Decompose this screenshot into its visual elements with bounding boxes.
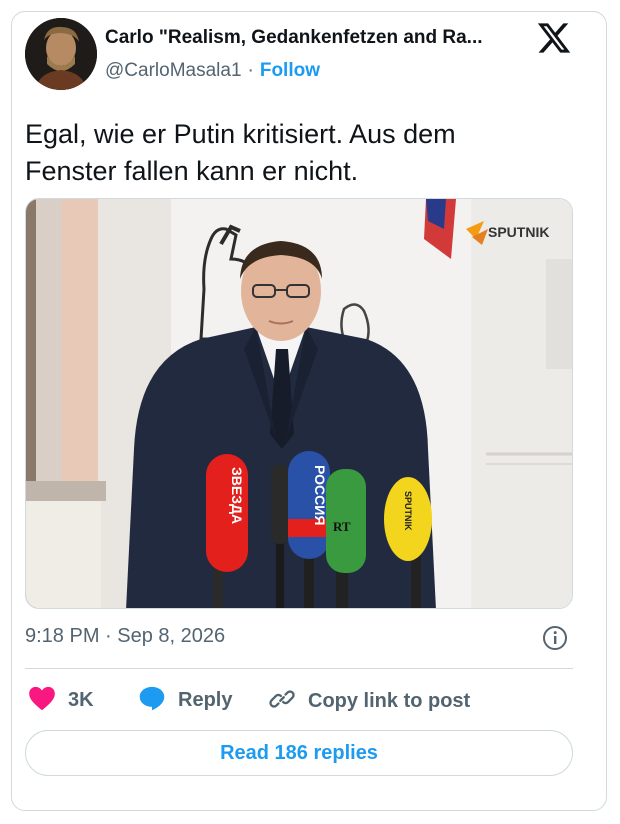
tweet-text-line-1: Egal, wie er Putin kritisiert. Aus dem	[25, 119, 456, 149]
copy-link-button[interactable]: Copy link to post	[268, 685, 470, 718]
mic-label-rt: RT	[333, 519, 351, 534]
tweet-photo[interactable]: SPUTNIK ЗВЕЗДА РОССИЯ RT SPUTNIK	[25, 198, 573, 609]
x-logo-icon[interactable]	[536, 20, 572, 56]
read-replies-button[interactable]: Read 186 replies	[25, 730, 573, 776]
handle-row: @CarloMasala1 · Follow	[105, 60, 320, 82]
timestamp[interactable]: 9:18 PM · Sep 8, 2026	[25, 625, 225, 648]
tweet-text-line-2: Fenster fallen kann er nicht.	[25, 156, 359, 186]
reply-label: Reply	[178, 689, 233, 711]
read-replies-label: Read 186 replies	[220, 741, 378, 764]
like-count: 3K	[68, 689, 94, 711]
like-button[interactable]: 3K	[28, 685, 94, 716]
display-name[interactable]: Carlo "Realism, Gedankenfetzen and Ra...	[105, 27, 525, 49]
reply-bubble-icon	[138, 685, 166, 716]
tweet-text: Egal, wie er Putin kritisiert. Aus dem F…	[25, 116, 565, 190]
link-icon	[268, 685, 296, 718]
divider	[25, 668, 573, 669]
separator-dot: ·	[247, 60, 254, 81]
heart-icon	[28, 685, 56, 716]
copy-link-label: Copy link to post	[308, 690, 471, 712]
mic-label-sputnik: SPUTNIK	[403, 491, 413, 531]
avatar[interactable]	[25, 18, 97, 90]
mic-label-rossiya: РОССИЯ	[312, 465, 328, 525]
mic-label-zvezda: ЗВЕЗДА	[229, 467, 245, 524]
sputnik-watermark: SPUTNIK	[488, 224, 549, 240]
reply-button[interactable]: Reply	[138, 685, 232, 716]
info-icon[interactable]	[541, 624, 569, 652]
follow-button[interactable]: Follow	[260, 60, 320, 81]
user-handle[interactable]: @CarloMasala1	[105, 60, 242, 81]
